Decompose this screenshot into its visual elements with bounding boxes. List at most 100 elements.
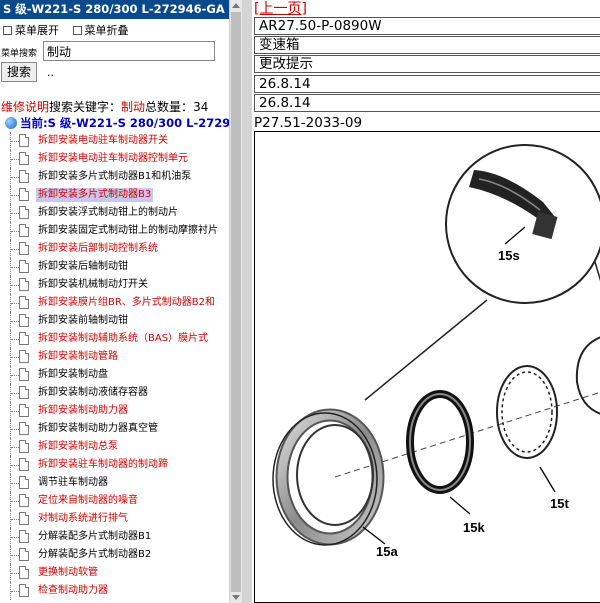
tree-branch [11,357,19,358]
tree-item[interactable]: 分解装配多片式制动器B1 [0,528,229,546]
tree-item[interactable]: 拆卸安装制动液储存容器 [0,384,229,402]
tree-branch [11,375,19,376]
tree-item[interactable]: 拆卸安装浮式制动钳上的制动片 [0,204,229,222]
tree-item-label[interactable]: 拆卸安装多片式制动器B3 [36,188,154,202]
scroll-thumb[interactable] [231,12,241,592]
tree-branch [11,573,19,574]
document-icon [19,260,29,273]
tree-branch [11,537,19,538]
tree-item-label[interactable]: 拆卸安装驻车制动器的制动蹄 [38,458,168,472]
tree-item[interactable]: 拆卸安装固定式制动钳上的制动摩擦衬片 [0,222,229,240]
tree-item-label[interactable]: 拆卸安装机械制动灯开关 [38,278,148,292]
left-nav-pane: S 级-W221-S 280/300 L-272946-GA 722 菜单展开 … [0,0,229,603]
tree-branch [11,429,19,430]
tree-item-label[interactable]: 拆卸安装多片式制动器B1和机油泵 [38,170,191,184]
document-icon [19,458,29,471]
collapse-box-icon [72,26,82,35]
label-15s: 15s [498,248,520,263]
tree-item-label[interactable]: 拆卸安装制动液储存容器 [38,386,148,400]
tree-item[interactable]: 拆卸安装制动辅助系统（BAS）膜片式 [0,330,229,348]
tree-item-label[interactable]: 拆卸安装后轴制动钳 [38,260,128,274]
tree-item[interactable]: 拆卸安装电动驻车制动器开关 [0,132,229,150]
scroll-down-icon[interactable] [232,595,240,600]
tree-item-label[interactable]: 拆卸安装前轴制动钳 [38,314,128,328]
tree-item-label[interactable]: 分解装配多片式制动器B2 [38,548,151,562]
tree-item[interactable]: 拆卸安装后部制动控制系统 [0,240,229,258]
tree-item[interactable]: 拆卸安装膜片组BR、多片式制动器B2和 [0,294,229,312]
tree-item-label[interactable]: 拆卸安装制动管路 [38,350,118,364]
document-icon [19,422,29,435]
tree-item-label[interactable]: 拆卸安装电动驻车制动器开关 [38,134,168,148]
tree-item[interactable]: 拆卸安装制动总泵 [0,438,229,456]
search-button[interactable]: 搜索 [1,62,38,82]
prev-page-link[interactable]: [上一页] [254,0,307,18]
tree-item-label[interactable]: 对制动系统进行排气 [38,512,128,526]
tree-item-label[interactable]: 拆卸安装后部制动控制系统 [38,242,158,256]
search-input[interactable] [43,41,215,61]
tree-item[interactable]: 拆卸安装后轴制动钳 [0,258,229,276]
tree-item[interactable]: 分解装配多片式制动器B2 [0,546,229,564]
tree-item-label[interactable]: 定位来自制动器的噪音 [38,494,138,508]
tree-item[interactable]: 拆卸安装多片式制动器B1和机油泵 [0,168,229,186]
tree-item-label[interactable]: 拆卸安装固定式制动钳上的制动摩擦衬片 [38,224,218,238]
tree-item-label[interactable]: 拆卸安装制动助力器 [38,404,128,418]
tree-item[interactable]: 拆卸安装制动助力器 [0,402,229,420]
summary-count: 34 [193,100,209,114]
document-icon [19,386,29,399]
doc-code: AR27.50-P-0890W [254,17,600,35]
tree-item[interactable]: 拆卸安装前轴制动钳 [0,312,229,330]
tree-item-label[interactable]: 拆卸安装膜片组BR、多片式制动器B2和 [38,296,215,310]
menu-controls: 菜单展开 菜单折叠 [0,22,229,38]
tree-item[interactable]: 拆卸安装电动驻车制动器控制单元 [0,150,229,168]
tree-branch [11,591,19,592]
tree-item-label[interactable]: 拆卸安装浮式制动钳上的制动片 [38,206,178,220]
expand-box-icon [3,26,12,35]
tree-item[interactable]: 拆卸安装驻车制动器的制动蹄 [0,456,229,474]
tree-item[interactable]: 拆卸安装制动助力器真空管 [0,420,229,438]
tree-branch [11,195,19,196]
tree-item[interactable]: 拆卸安装机械制动灯开关 [0,276,229,294]
tree-item[interactable]: 拆卸安装制动管路 [0,348,229,366]
document-icon [19,188,29,201]
tree-item[interactable]: 对制动系统进行排气 [0,510,229,528]
current-node[interactable]: 当前:S 级-W221-S 280/300 L-272946 [0,115,229,131]
tree-item-label[interactable]: 检查制动助力器 [38,584,108,598]
tree-item[interactable]: 检查制动助力器 [0,582,229,600]
tree-branch [11,321,19,322]
tree-item-label[interactable]: 拆卸安装制动盘 [38,368,108,382]
tree-item-label[interactable]: 拆卸安装电动驻车制动器控制单元 [38,152,188,166]
change-note: 更改提示 [254,55,600,73]
tree-item[interactable]: 拆卸安装多片式制动器B3 [0,186,229,204]
scroll-up-icon[interactable] [232,3,240,8]
document-icon [19,530,29,543]
pane-splitter[interactable] [242,0,252,603]
tree-item[interactable]: 定位来自制动器的噪音 [0,492,229,510]
menu-tree: 拆卸安装电动驻车制动器开关拆卸安装电动驻车制动器控制单元 拆卸安装多片式制动器B1… [0,132,229,600]
tree-item[interactable]: 调节驻车制动器 [0,474,229,492]
tree-item-label[interactable]: 更换制动软管 [38,566,98,580]
document-icon [19,296,29,309]
search-row: 菜单搜索 [0,41,229,61]
tree-branch [11,249,19,250]
tree-item[interactable]: 拆卸安装制动盘 [0,366,229,384]
ring-15t [496,365,558,459]
tree-item-label[interactable]: 拆卸安装制动辅助系统（BAS）膜片式 [38,332,208,346]
tree-branch [11,501,19,502]
current-node-label: 当前:S 级-W221-S 280/300 L-272946 [20,116,229,130]
label-15a: 15a [376,544,398,559]
document-icon [19,170,29,183]
tree-item-label[interactable]: 调节驻车制动器 [38,476,108,490]
label-15k: 15k [463,520,485,535]
tree-item-label[interactable]: 拆卸安装制动助力器真空管 [38,422,158,436]
document-icon [19,476,29,489]
tree-branch [11,177,19,178]
nav-scrollbar[interactable] [229,0,242,603]
summary-keyword: 制动 [121,100,146,114]
tree-item[interactable]: 更换制动软管 [0,564,229,582]
menu-collapse-link[interactable]: 菜单折叠 [85,24,129,37]
menu-expand-link[interactable]: 菜单展开 [15,24,59,37]
document-icon [19,368,29,381]
summary-count-label: 总数量： [145,100,194,114]
tree-item-label[interactable]: 分解装配多片式制动器B1 [38,530,151,544]
tree-item-label[interactable]: 拆卸安装制动总泵 [38,440,118,454]
